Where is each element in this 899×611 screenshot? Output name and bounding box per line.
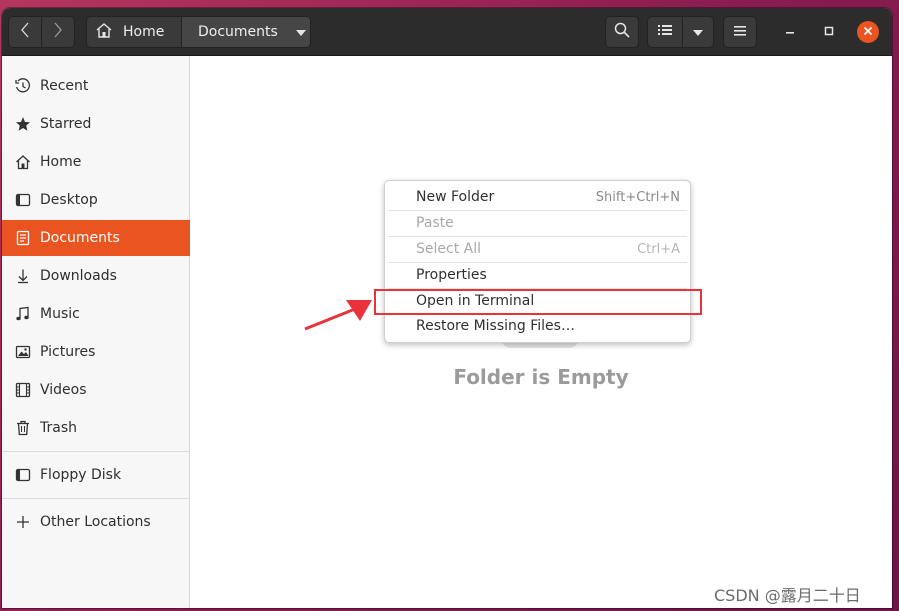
sidebar-item-music[interactable]: Music bbox=[2, 296, 190, 332]
desktop-icon bbox=[14, 192, 31, 209]
places-sidebar: Recent Starred Home Desktop Documents Do… bbox=[2, 56, 190, 608]
sidebar-item-recent[interactable]: Recent bbox=[2, 68, 190, 104]
menu-item-label: Restore Missing Files… bbox=[416, 318, 575, 334]
music-icon bbox=[14, 306, 31, 323]
maximize-icon bbox=[824, 24, 834, 40]
list-view-icon bbox=[658, 24, 672, 40]
sidebar-item-downloads[interactable]: Downloads bbox=[2, 258, 190, 294]
path-documents-label: Documents bbox=[198, 24, 278, 40]
menu-item-shortcut: Ctrl+A bbox=[637, 241, 680, 257]
sidebar-item-label: Other Locations bbox=[40, 514, 151, 530]
sidebar-item-desktop[interactable]: Desktop bbox=[2, 182, 190, 218]
sidebar-item-label: Trash bbox=[40, 420, 77, 436]
sidebar-item-label: Starred bbox=[40, 116, 92, 132]
annotation-highlight-box bbox=[374, 289, 702, 315]
menu-item-select-all[interactable]: Select All Ctrl+A bbox=[385, 236, 690, 262]
sidebar-item-pictures[interactable]: Pictures bbox=[2, 334, 190, 370]
sidebar-separator bbox=[2, 451, 190, 452]
search-icon bbox=[614, 22, 630, 42]
search-button[interactable] bbox=[605, 16, 639, 48]
download-icon bbox=[14, 268, 31, 285]
sidebar-item-home[interactable]: Home bbox=[2, 144, 190, 180]
clock-icon bbox=[14, 78, 31, 95]
list-view-button[interactable] bbox=[647, 16, 683, 48]
drive-icon bbox=[14, 467, 31, 484]
sidebar-item-starred[interactable]: Starred bbox=[2, 106, 190, 142]
forward-button[interactable] bbox=[41, 16, 75, 48]
document-icon bbox=[14, 230, 31, 247]
menu-item-shortcut: Shift+Ctrl+N bbox=[595, 189, 680, 205]
empty-folder-message: Folder is Empty bbox=[453, 365, 629, 389]
back-button[interactable] bbox=[8, 16, 42, 48]
close-button[interactable] bbox=[857, 21, 879, 43]
minimize-button[interactable] bbox=[779, 21, 801, 43]
chevron-right-icon bbox=[53, 22, 63, 42]
picture-icon bbox=[14, 344, 31, 361]
sidebar-item-floppy-disk[interactable]: Floppy Disk bbox=[2, 457, 190, 493]
video-icon bbox=[14, 382, 31, 399]
sidebar-item-label: Pictures bbox=[40, 344, 96, 360]
star-icon bbox=[14, 116, 31, 133]
main-menu-button[interactable] bbox=[723, 16, 757, 48]
sidebar-item-videos[interactable]: Videos bbox=[2, 372, 190, 408]
sidebar-item-label: Floppy Disk bbox=[40, 467, 122, 483]
path-button-home[interactable]: Home bbox=[86, 16, 182, 48]
chevron-down-icon bbox=[295, 24, 306, 40]
sidebar-item-label: Documents bbox=[40, 230, 120, 246]
sidebar-item-label: Recent bbox=[40, 78, 89, 94]
menu-item-new-folder[interactable]: New Folder Shift+Ctrl+N bbox=[385, 184, 690, 210]
sidebar-separator bbox=[2, 498, 190, 499]
chevron-down-icon bbox=[693, 24, 703, 40]
menu-item-label: Properties bbox=[416, 267, 487, 283]
menu-item-label: New Folder bbox=[416, 189, 495, 205]
path-button-documents[interactable]: Documents bbox=[181, 16, 311, 48]
view-options-button[interactable] bbox=[682, 16, 714, 48]
close-icon bbox=[863, 24, 873, 40]
annotation-arrow bbox=[304, 300, 372, 331]
plus-icon bbox=[14, 514, 31, 531]
sidebar-item-documents[interactable]: Documents bbox=[2, 220, 190, 256]
sidebar-item-label: Downloads bbox=[40, 268, 117, 284]
sidebar-item-label: Home bbox=[40, 154, 82, 170]
sidebar-item-other-locations[interactable]: Other Locations bbox=[2, 504, 190, 540]
minimize-icon bbox=[785, 24, 795, 40]
chevron-left-icon bbox=[20, 22, 30, 42]
menu-item-restore-missing-files[interactable]: Restore Missing Files… bbox=[385, 313, 690, 339]
headerbar: Home Documents bbox=[2, 8, 892, 56]
sidebar-item-trash[interactable]: Trash bbox=[2, 410, 190, 446]
menu-item-paste[interactable]: Paste bbox=[385, 210, 690, 236]
home-icon bbox=[14, 154, 31, 171]
context-menu: New Folder Shift+Ctrl+N Paste Select All… bbox=[384, 180, 691, 343]
sidebar-item-label: Music bbox=[40, 306, 80, 322]
home-icon bbox=[95, 22, 113, 42]
path-home-label: Home bbox=[123, 24, 165, 40]
menu-item-properties[interactable]: Properties bbox=[385, 262, 690, 288]
maximize-button[interactable] bbox=[818, 21, 840, 43]
trash-icon bbox=[14, 420, 31, 437]
menu-item-label: Paste bbox=[416, 215, 454, 231]
watermark: CSDN @露月二十日 bbox=[714, 582, 861, 606]
sidebar-item-label: Videos bbox=[40, 382, 87, 398]
menu-item-label: Select All bbox=[416, 241, 481, 257]
hamburger-menu-icon bbox=[734, 24, 746, 40]
sidebar-item-label: Desktop bbox=[40, 192, 98, 208]
